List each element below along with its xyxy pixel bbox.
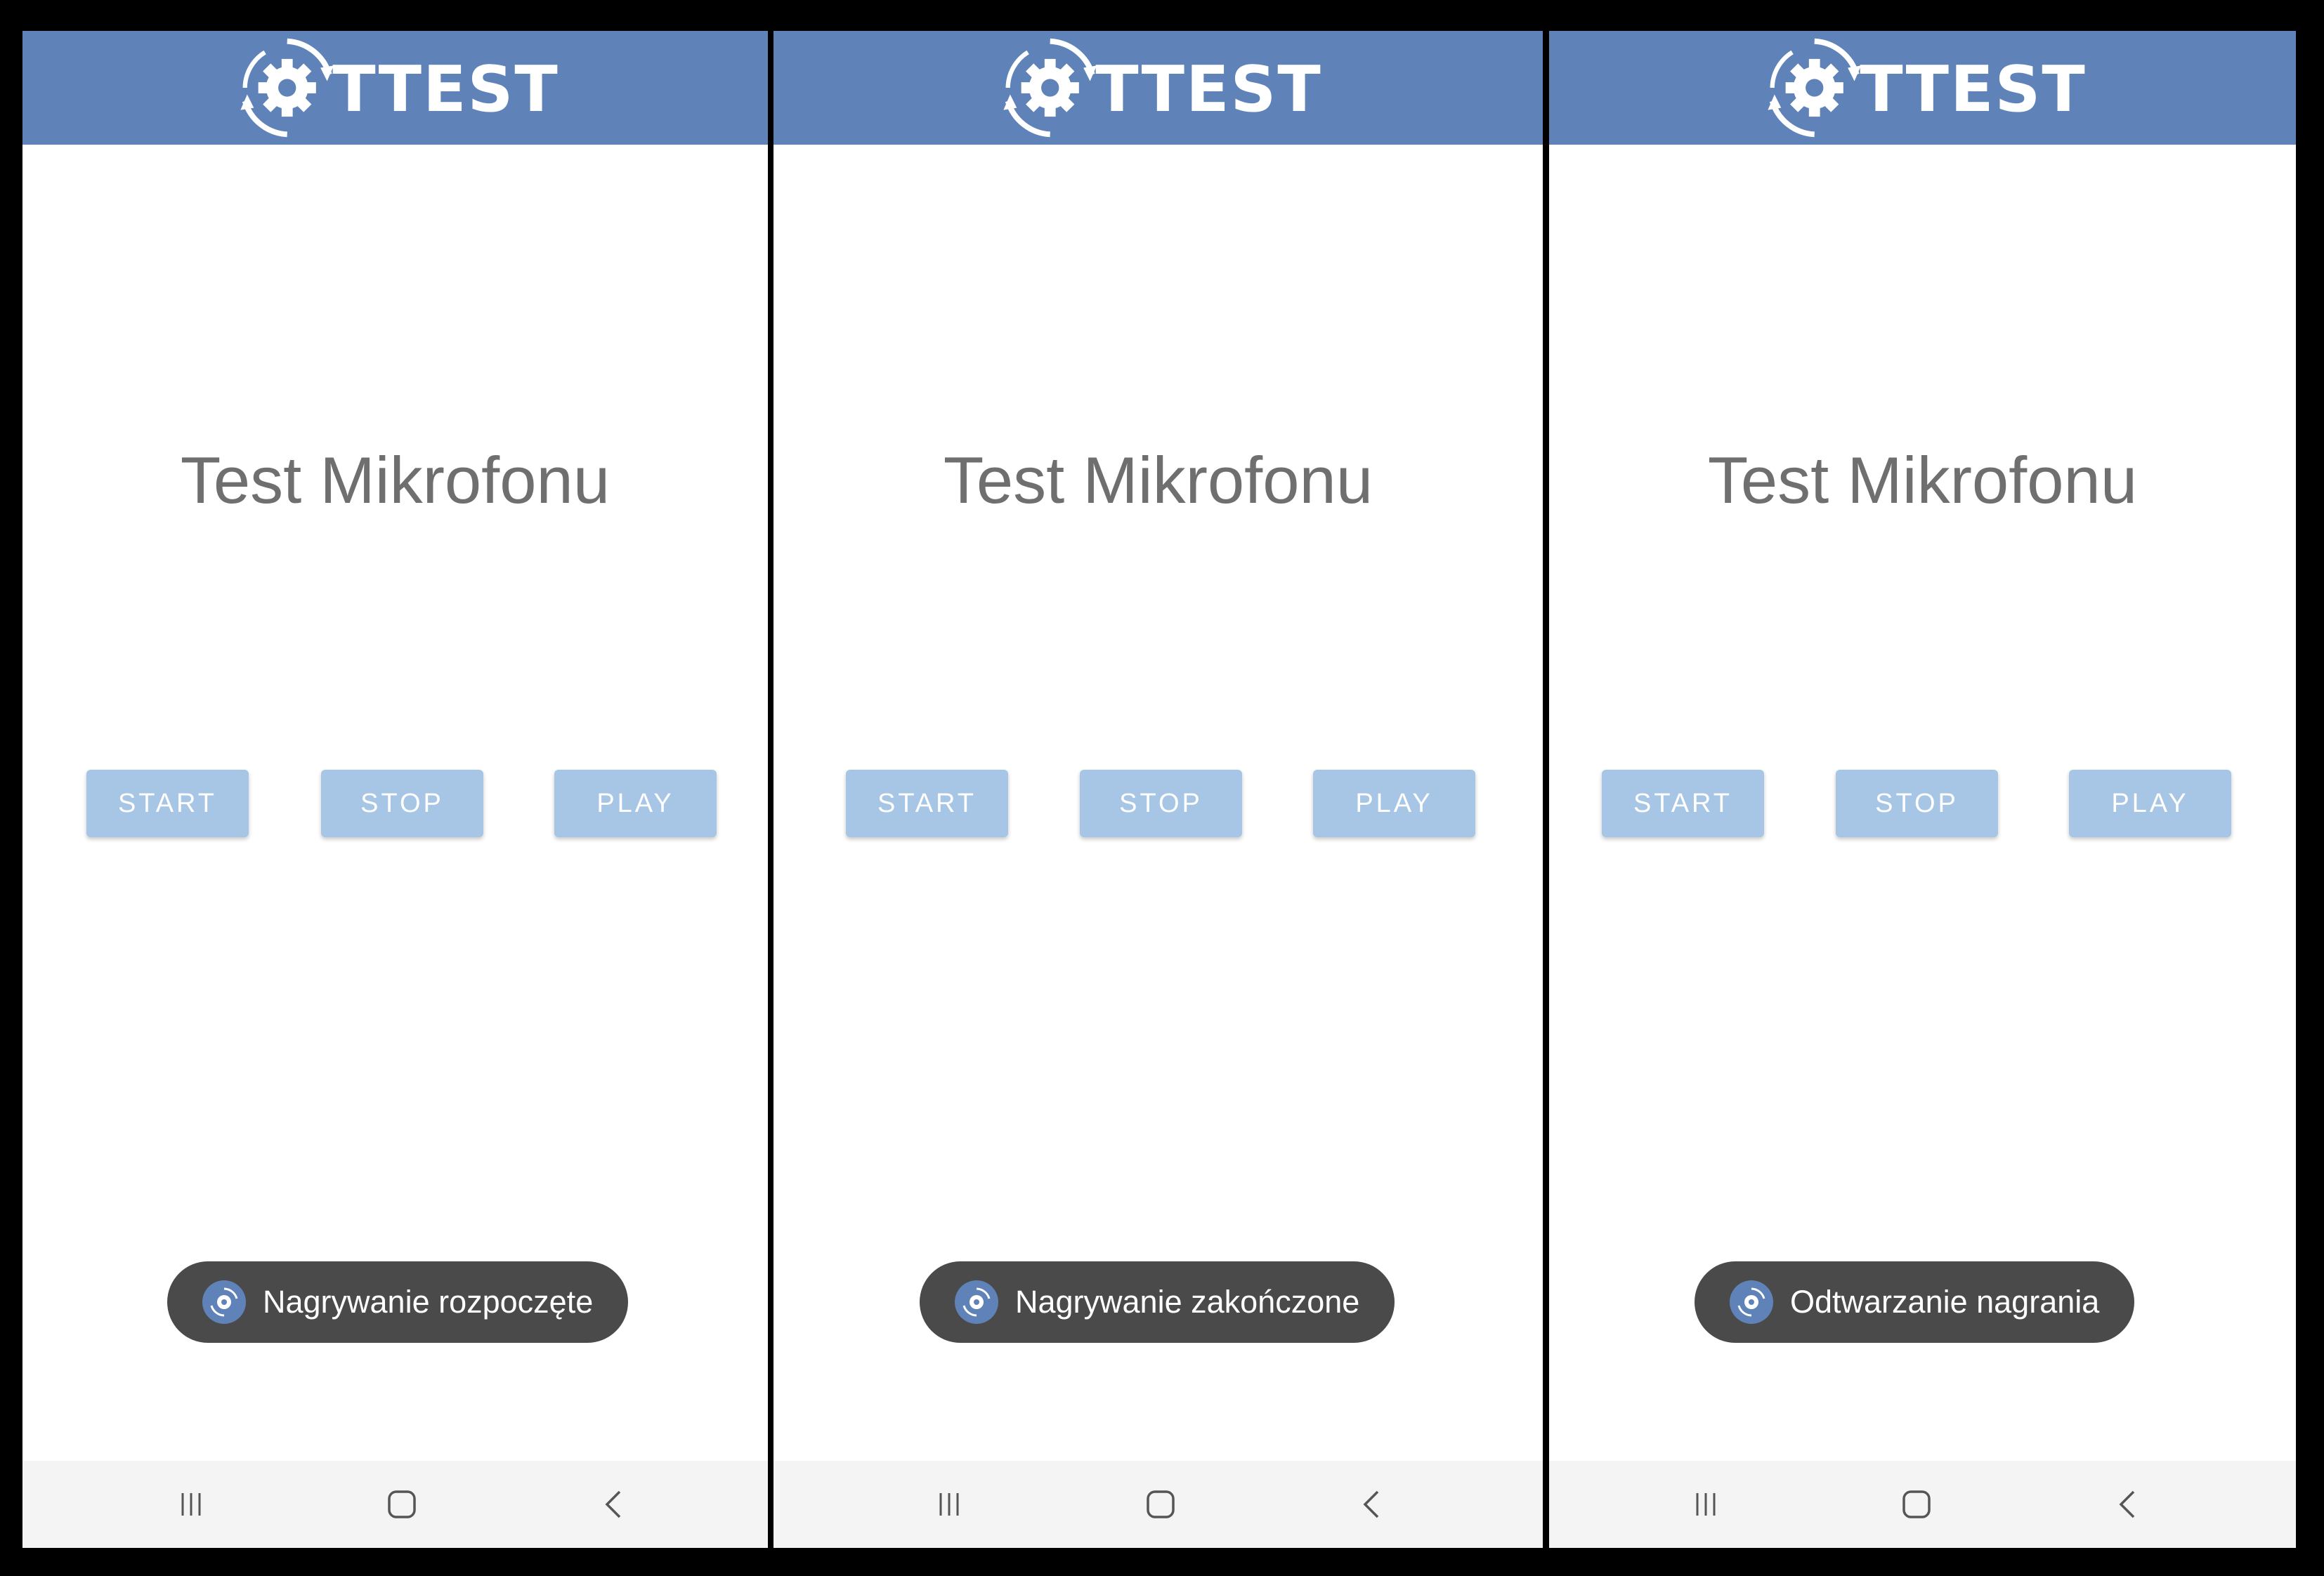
logo-text: TTEST bbox=[332, 53, 559, 126]
logo-text: TTEST bbox=[1860, 53, 2087, 126]
app-logo: TTEST bbox=[1758, 31, 2087, 145]
app-logo: TTEST bbox=[231, 31, 559, 145]
start-button[interactable]: START bbox=[1602, 770, 1764, 837]
home-icon[interactable] bbox=[1894, 1482, 1939, 1527]
back-icon[interactable] bbox=[1350, 1482, 1395, 1527]
page-title: Test Mikrofonu bbox=[943, 443, 1373, 517]
home-icon[interactable] bbox=[379, 1482, 424, 1527]
play-button[interactable]: PLAY bbox=[2069, 770, 2231, 837]
play-button[interactable]: PLAY bbox=[554, 770, 717, 837]
system-nav-bar bbox=[1549, 1461, 2296, 1548]
app-bar: TTEST bbox=[1549, 31, 2296, 145]
recents-icon[interactable] bbox=[169, 1482, 214, 1527]
app-gear-icon bbox=[955, 1280, 998, 1324]
stop-button[interactable]: STOP bbox=[1080, 770, 1242, 837]
recents-icon[interactable] bbox=[1683, 1482, 1728, 1527]
gear-logo-icon bbox=[240, 38, 334, 138]
app-bar: TTEST bbox=[773, 31, 1543, 145]
toast-message: Nagrywanie rozpoczęte bbox=[167, 1261, 629, 1343]
stop-button[interactable]: STOP bbox=[1836, 770, 1998, 837]
app-logo: TTEST bbox=[994, 31, 1322, 145]
phone-screen-recording-finished: TTEST Test Mikrofonu START STOP PLAY Nag… bbox=[773, 31, 1543, 1548]
phone-screen-recording-started: TTEST Test Mikrofonu START STOP PLAY Nag… bbox=[22, 31, 768, 1548]
play-button[interactable]: PLAY bbox=[1313, 770, 1475, 837]
toast-text: Nagrywanie rozpoczęte bbox=[263, 1284, 594, 1320]
home-icon[interactable] bbox=[1138, 1482, 1183, 1527]
back-icon[interactable] bbox=[592, 1482, 637, 1527]
app-bar: TTEST bbox=[22, 31, 768, 145]
system-nav-bar bbox=[22, 1461, 768, 1548]
system-nav-bar bbox=[773, 1461, 1543, 1548]
screenshot-stage: TTEST Test Mikrofonu START STOP PLAY Nag… bbox=[0, 0, 2324, 1576]
page-title: Test Mikrofonu bbox=[1707, 443, 2138, 517]
start-button[interactable]: START bbox=[86, 770, 249, 837]
logo-text: TTEST bbox=[1095, 53, 1322, 126]
phone-screen-playback: TTEST Test Mikrofonu START STOP PLAY Odt… bbox=[1549, 31, 2296, 1548]
toast-text: Odtwarzanie nagrania bbox=[1790, 1284, 2100, 1320]
back-icon[interactable] bbox=[2106, 1482, 2150, 1527]
stop-button[interactable]: STOP bbox=[321, 770, 483, 837]
recents-icon[interactable] bbox=[927, 1482, 972, 1527]
page-title: Test Mikrofonu bbox=[180, 443, 611, 517]
toast-message: Nagrywanie zakończone bbox=[920, 1261, 1395, 1343]
toast-text: Nagrywanie zakończone bbox=[1015, 1284, 1360, 1320]
app-gear-icon bbox=[1730, 1280, 1773, 1324]
gear-logo-icon bbox=[1767, 38, 1861, 138]
app-gear-icon bbox=[202, 1280, 246, 1324]
gear-logo-icon bbox=[1003, 38, 1097, 138]
toast-message: Odtwarzanie nagrania bbox=[1695, 1261, 2135, 1343]
start-button[interactable]: START bbox=[846, 770, 1008, 837]
